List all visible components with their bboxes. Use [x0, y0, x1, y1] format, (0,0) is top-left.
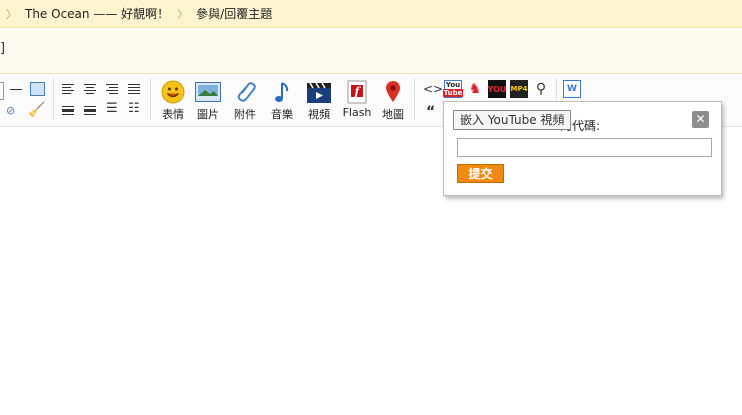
subject-bracket: ]	[0, 41, 6, 56]
video-label: 視頻	[308, 108, 330, 121]
justify-icon[interactable]	[128, 82, 144, 96]
ordered-list-icon[interactable]: ☰	[106, 101, 122, 116]
close-icon[interactable]: ✕	[692, 111, 709, 128]
paperclip-icon	[232, 80, 258, 104]
music-button[interactable]: 音樂	[263, 80, 301, 124]
map-button[interactable]: 地圖	[374, 80, 412, 124]
emoticon-label: 表情	[162, 108, 184, 121]
breadcrumb-item-reply: 參與/回覆主題	[196, 7, 273, 21]
embed-code-input[interactable]	[457, 138, 712, 157]
emoticon-button[interactable]: 表情	[154, 80, 192, 124]
toolbar-separator	[150, 78, 151, 120]
image-button[interactable]: 圖片	[189, 80, 227, 124]
source-mode-icon[interactable]: W	[563, 80, 581, 98]
map-pin-icon	[380, 80, 406, 104]
toolbar-separator	[53, 78, 54, 120]
music-note-icon	[269, 80, 295, 104]
music-label: 音樂	[271, 108, 293, 121]
align-left-icon[interactable]	[62, 82, 78, 96]
submit-button[interactable]: 提交	[457, 164, 504, 183]
align-right-icon[interactable]	[106, 82, 122, 96]
float-left-icon[interactable]	[62, 104, 78, 118]
youtube-tooltip: 嵌入 YouTube 視頻	[453, 110, 572, 130]
horizontal-rule-icon[interactable]	[10, 89, 22, 90]
table-icon[interactable]	[30, 82, 45, 96]
map-label: 地圖	[382, 108, 404, 121]
image-icon	[195, 80, 221, 104]
attachment-label: 附件	[234, 108, 256, 121]
attachment-button[interactable]: 附件	[226, 80, 264, 124]
mp4-icon[interactable]: MP4	[510, 80, 528, 98]
tudou-icon[interactable]: ♞	[466, 80, 484, 98]
align-center-icon[interactable]	[84, 82, 100, 96]
clear-format-broom-icon[interactable]: 🧹	[28, 102, 45, 118]
breadcrumb-separator-icon: 〉	[177, 7, 189, 21]
search-media-icon[interactable]: ⚲	[532, 80, 550, 98]
unlink-icon[interactable]: ⊘	[6, 104, 15, 117]
float-right-icon[interactable]	[84, 104, 100, 118]
quote-icon[interactable]: “	[426, 104, 435, 120]
font-box-edge[interactable]	[0, 82, 4, 100]
you-video-icon[interactable]: YOU	[488, 80, 506, 98]
breadcrumb: 〉 The Ocean —— 好靚啊！ 〉 參與/回覆主題	[0, 0, 742, 28]
youtube-icon[interactable]: You Tube	[442, 80, 464, 98]
smiley-icon	[160, 80, 186, 104]
breadcrumb-separator-icon: 〉	[6, 7, 17, 21]
subject-area: ]	[0, 29, 742, 74]
video-clapper-icon	[306, 80, 332, 104]
image-label: 圖片	[197, 108, 219, 121]
flash-label: Flash	[342, 106, 372, 119]
flash-button[interactable]: f Flash	[338, 80, 376, 124]
video-button[interactable]: 視頻	[300, 80, 338, 124]
code-icon[interactable]: <>	[423, 82, 443, 96]
flash-icon: f	[344, 80, 370, 104]
toolbar-separator	[414, 78, 415, 120]
breadcrumb-item-forum[interactable]: The Ocean —— 好靚啊！	[25, 5, 169, 22]
unordered-list-icon[interactable]: ☷	[128, 101, 144, 116]
